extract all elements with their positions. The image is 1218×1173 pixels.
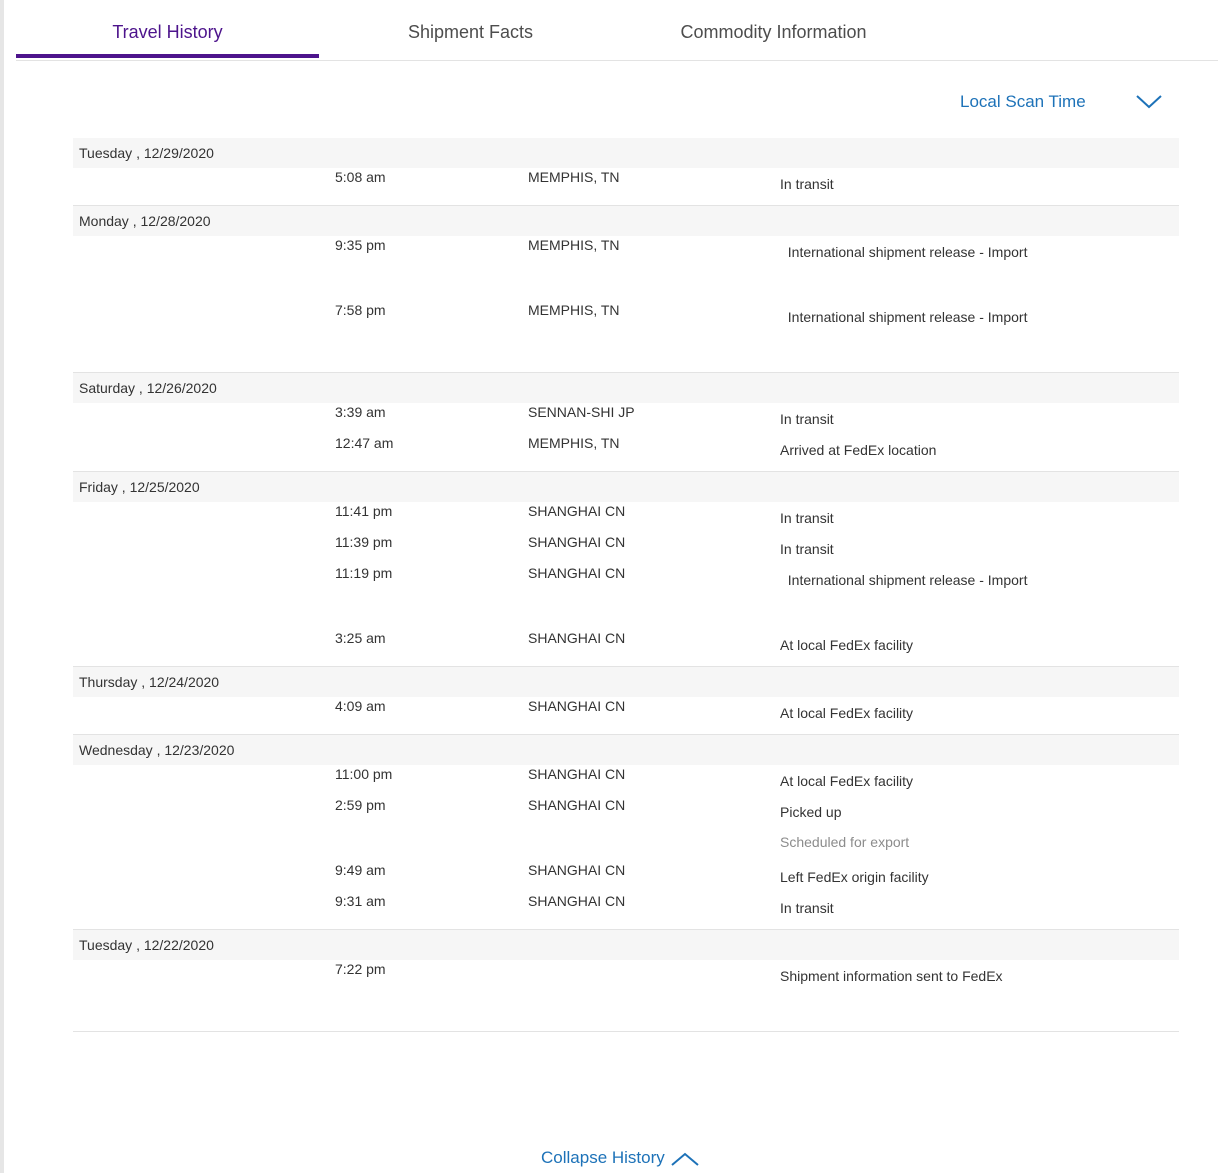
scan-status-text: International shipment release - Import bbox=[780, 572, 1028, 588]
scan-time: 11:39 pm bbox=[335, 534, 393, 550]
left-edge-divider bbox=[0, 0, 4, 1173]
local-scan-time-dropdown[interactable]: Local Scan Time bbox=[960, 92, 1086, 112]
history-day-group: Wednesday , 12/23/2020 11:00 pm SHANGHAI C… bbox=[73, 735, 1179, 930]
scan-status: At local FedEx facility bbox=[780, 622, 1040, 660]
scan-location: SHANGHAI CN bbox=[528, 534, 626, 550]
scan-event-row: 4:09 am SHANGHAI CN At local FedEx facilit… bbox=[73, 690, 1179, 728]
scan-location: SHANGHAI CN bbox=[528, 893, 626, 909]
scan-location: SHANGHAI CN bbox=[528, 862, 626, 878]
history-day-group: Monday , 12/28/2020 9:35 pm MEMPHIS, TN In… bbox=[73, 206, 1179, 373]
tab-shipment-facts[interactable]: Shipment Facts bbox=[319, 22, 622, 43]
scan-substatus-text: Scheduled for export bbox=[780, 834, 910, 850]
scan-time: 7:22 pm bbox=[335, 961, 386, 977]
scan-location: SHANGHAI CN bbox=[528, 698, 626, 714]
scan-time: 5:08 am bbox=[335, 169, 386, 185]
history-day-group: Saturday , 12/26/2020 3:39 am SENNAN-SHI J… bbox=[73, 373, 1179, 472]
scan-location: SHANGHAI CN bbox=[528, 565, 626, 581]
scan-status: Picked up Scheduled for export bbox=[780, 789, 1040, 857]
scan-time: 12:47 am bbox=[335, 435, 394, 451]
scan-status: International shipment release - Import bbox=[780, 557, 1040, 595]
travel-history-list: Tuesday , 12/29/2020 5:08 am MEMPHIS, TN In… bbox=[73, 138, 1179, 1032]
tab-commodity-information[interactable]: Commodity Information bbox=[622, 22, 925, 43]
collapse-history-label[interactable]: Collapse History bbox=[541, 1148, 665, 1168]
scan-status-text: In transit bbox=[780, 176, 834, 192]
history-day-group: Friday , 12/25/2020 11:41 pm SHANGHAI CN In… bbox=[73, 472, 1179, 667]
scan-location: SENNAN-SHI JP bbox=[528, 404, 635, 420]
scan-event-row: 3:25 am SHANGHAI CN At local FedEx facilit… bbox=[73, 622, 1179, 660]
scan-status: International shipment release - Import bbox=[780, 294, 1040, 332]
scan-status: In transit bbox=[780, 885, 1040, 923]
scan-event-row: 9:31 am SHANGHAI CN In transit bbox=[73, 885, 1179, 923]
scan-location: MEMPHIS, TN bbox=[528, 237, 620, 253]
scan-event-row: 5:08 am MEMPHIS, TN In transit bbox=[73, 161, 1179, 199]
scan-status-text: International shipment release - Import bbox=[780, 244, 1028, 260]
scan-time: 11:19 pm bbox=[335, 565, 393, 581]
scan-time: 9:35 pm bbox=[335, 237, 386, 253]
scan-status-text: Shipment information sent to FedEx bbox=[780, 968, 1003, 984]
active-tab-indicator bbox=[16, 54, 319, 58]
scan-time: 4:09 am bbox=[335, 698, 386, 714]
collapse-history-button[interactable]: Collapse History bbox=[541, 1148, 699, 1168]
history-day-group: Tuesday , 12/29/2020 5:08 am MEMPHIS, TN In… bbox=[73, 138, 1179, 206]
scan-location: MEMPHIS, TN bbox=[528, 302, 620, 318]
scan-status: In transit bbox=[780, 161, 1040, 199]
scan-time: 3:39 am bbox=[335, 404, 386, 420]
scan-status-text: In transit bbox=[780, 900, 834, 916]
scan-status-text: Picked up bbox=[780, 804, 842, 820]
history-day-group: Tuesday , 12/22/2020 7:22 pm Shipment info… bbox=[73, 930, 1179, 1032]
scan-location: SHANGHAI CN bbox=[528, 766, 626, 782]
scan-event-row: 7:58 pm MEMPHIS, TN International shipmen… bbox=[73, 294, 1179, 366]
history-day-group: Thursday , 12/24/2020 4:09 am SHANGHAI CN A… bbox=[73, 667, 1179, 735]
scan-status-text: At local FedEx facility bbox=[780, 637, 914, 653]
scan-event-row: 9:35 pm MEMPHIS, TN International shipmen… bbox=[73, 229, 1179, 301]
scan-status: Arrived at FedEx location bbox=[780, 427, 1040, 465]
scan-event-row: 7:22 pm Shipment information sent to FedE… bbox=[73, 953, 1179, 1025]
scan-location: SHANGHAI CN bbox=[528, 797, 626, 813]
chevron-down-icon[interactable] bbox=[1134, 92, 1164, 112]
scan-event-row: 11:19 pm SHANGHAI CN International shipme… bbox=[73, 557, 1179, 629]
scan-status-text: At local FedEx facility bbox=[780, 705, 914, 721]
scan-time: 11:41 pm bbox=[335, 503, 393, 519]
scan-status-text: International shipment release - Import bbox=[780, 309, 1028, 325]
tab-bar: Travel History Shipment Facts Commodity … bbox=[16, 0, 1218, 61]
scan-time: 2:59 pm bbox=[335, 797, 386, 813]
scan-time: 9:49 am bbox=[335, 862, 386, 878]
scan-location: MEMPHIS, TN bbox=[528, 169, 620, 185]
tab-travel-history[interactable]: Travel History bbox=[16, 22, 319, 43]
scan-location: SHANGHAI CN bbox=[528, 503, 626, 519]
scan-status: Shipment information sent to FedEx bbox=[780, 953, 1040, 991]
scan-status-text: Arrived at FedEx location bbox=[780, 442, 937, 458]
scan-location: SHANGHAI CN bbox=[528, 630, 626, 646]
scan-time: 11:00 pm bbox=[335, 766, 393, 782]
scan-time: 3:25 am bbox=[335, 630, 386, 646]
scan-status: At local FedEx facility bbox=[780, 690, 1040, 728]
scan-event-row: 2:59 pm SHANGHAI CN Picked up Scheduled for… bbox=[73, 789, 1179, 861]
scan-time: 9:31 am bbox=[335, 893, 386, 909]
scan-status: International shipment release - Import bbox=[780, 229, 1040, 267]
scan-time: 7:58 pm bbox=[335, 302, 386, 318]
scan-event-row: 12:47 am MEMPHIS, TN Arrived at FedEx loca… bbox=[73, 427, 1179, 465]
scan-location: MEMPHIS, TN bbox=[528, 435, 620, 451]
chevron-up-icon[interactable] bbox=[671, 1149, 699, 1167]
